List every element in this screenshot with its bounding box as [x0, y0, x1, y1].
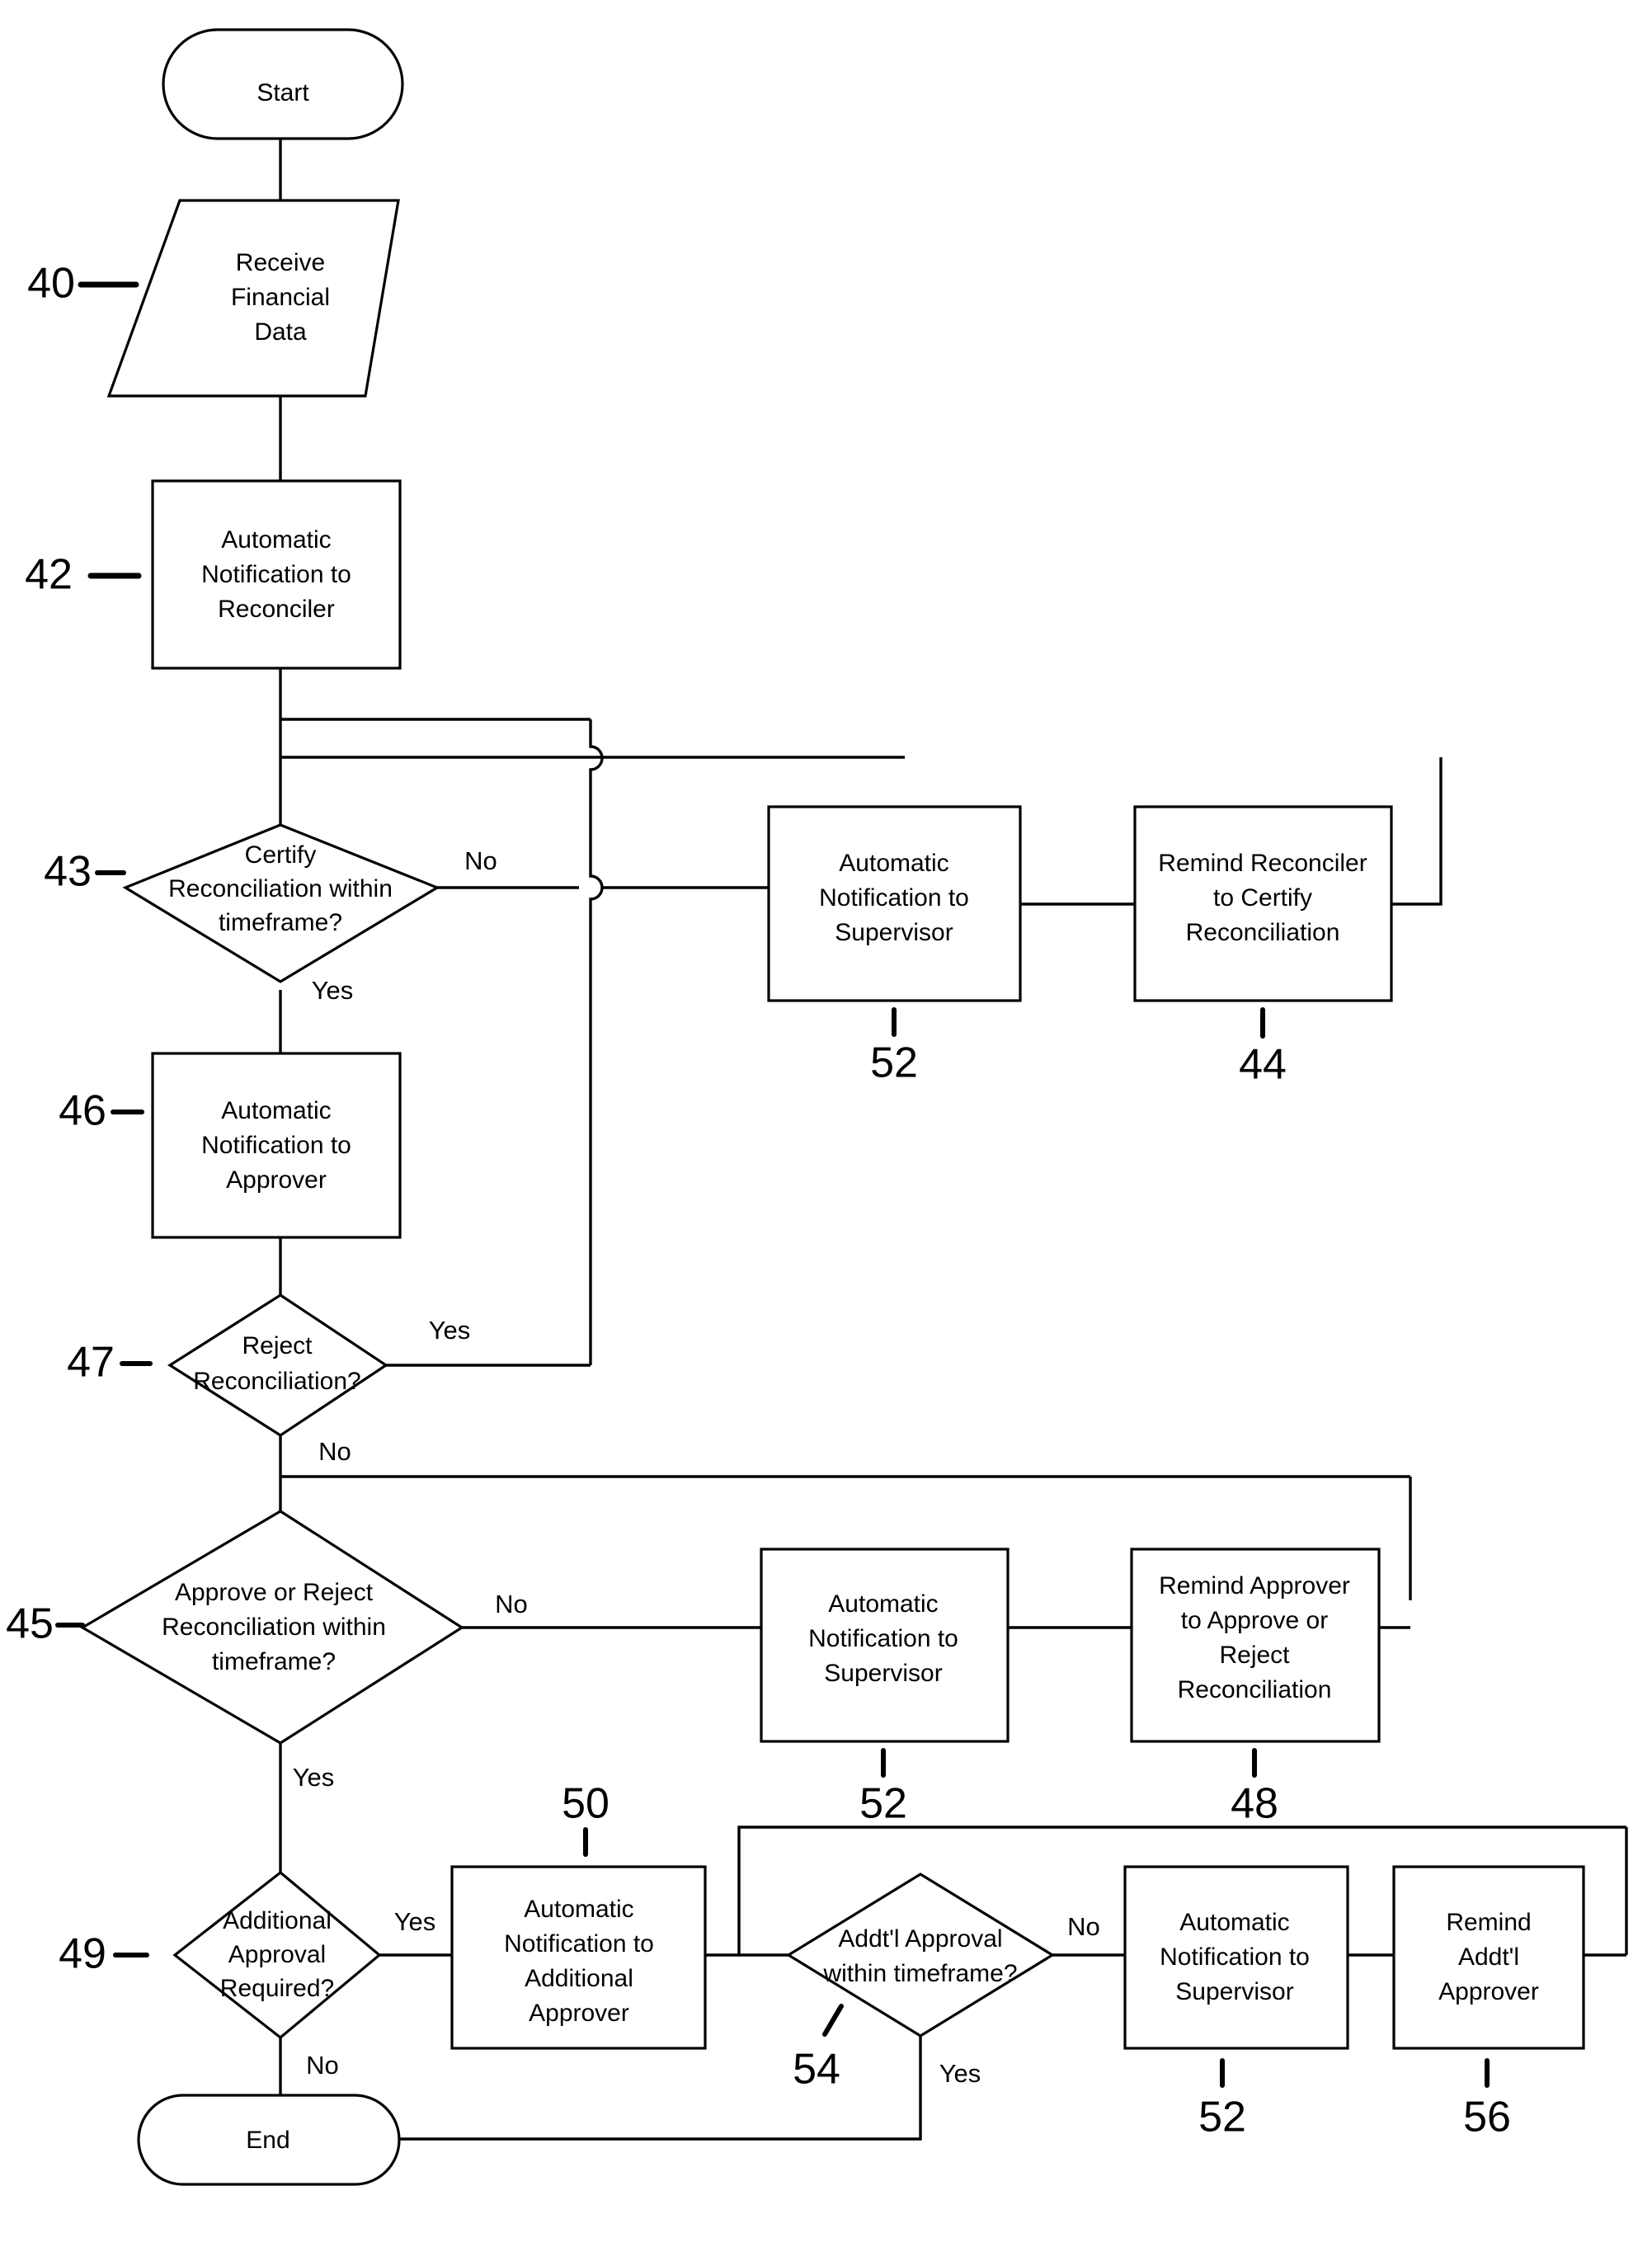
- branch-label-addtl-no: No: [1067, 1912, 1100, 1941]
- node-remind-approver-line2: to Approve or: [1181, 1607, 1328, 1634]
- node-notify-supervisor-1-line1: Automatic: [839, 850, 948, 877]
- node-addtl-line1: Addt'l Approval: [838, 1925, 1002, 1953]
- ref-number-45: 45: [6, 1600, 54, 1648]
- node-notify-supervisor-3-line3: Supervisor: [1175, 1978, 1293, 2005]
- node-remind-reconciler-line2: to Certify: [1213, 884, 1312, 912]
- ref-number-52-b: 52: [859, 1780, 907, 1828]
- node-notify-supervisor-2-line1: Automatic: [828, 1590, 938, 1618]
- node-addtl-approval-within-timeframe: [785, 1873, 1056, 2038]
- node-start-label: Start: [257, 79, 309, 106]
- branch-label-addtl-yes: Yes: [939, 2059, 981, 2088]
- node-notify-addl-line1: Automatic: [524, 1896, 633, 1923]
- node-notify-supervisor-1-line3: Supervisor: [835, 919, 953, 946]
- node-notify-supervisor-2-line3: Supervisor: [824, 1660, 942, 1687]
- branch-label-approve-yes: Yes: [293, 1763, 335, 1792]
- branch-label-approve-no: No: [495, 1590, 528, 1618]
- ref-number-50: 50: [562, 1780, 609, 1828]
- ref-number-54: 54: [793, 2046, 840, 2094]
- node-notify-approver-line2: Notification to: [201, 1132, 351, 1159]
- node-end-label: End: [246, 2127, 289, 2154]
- node-reject-reconciliation: [167, 1293, 388, 1437]
- node-notify-approver-line1: Automatic: [221, 1097, 331, 1124]
- ref-number-52-a: 52: [870, 1039, 918, 1087]
- ref-number-44: 44: [1239, 1041, 1287, 1089]
- node-remind-approver-line4: Reconciliation: [1178, 1676, 1332, 1703]
- ref-number-52-c: 52: [1198, 2094, 1246, 2141]
- ref-number-43: 43: [44, 848, 92, 896]
- branch-label-certify-yes: Yes: [312, 976, 354, 1005]
- node-notify-supervisor-1-line2: Notification to: [819, 884, 969, 912]
- node-approve-line2: Reconciliation within: [162, 1614, 386, 1641]
- node-remind-approver-line1: Remind Approver: [1159, 1572, 1350, 1599]
- node-approve-line3: timeframe?: [212, 1648, 336, 1675]
- branch-label-additional-no: No: [306, 2051, 339, 2080]
- flowchart-diagram: Start Receive Financial Data Automatic N…: [0, 0, 1652, 2252]
- node-notify-addl-line2: Notification to: [504, 1930, 654, 1958]
- node-notify-approver-line3: Approver: [226, 1166, 327, 1194]
- node-certify-line1: Certify: [245, 841, 317, 869]
- node-remind-approver-line3: Reject: [1219, 1642, 1290, 1669]
- node-receive-line2: Financial: [231, 284, 330, 311]
- connector-44-return-loop: [1391, 757, 1443, 906]
- ref-number-48: 48: [1231, 1780, 1278, 1828]
- node-reject-line2: Reconciliation?: [193, 1368, 360, 1395]
- connector-reject-yes-riser: [589, 719, 604, 1365]
- node-notify-addl-line3: Additional: [525, 1965, 633, 1992]
- node-addtl-line2: within timeframe?: [822, 1960, 1017, 1987]
- node-remind-addtl-line3: Approver: [1438, 1978, 1539, 2005]
- ref-number-56: 56: [1463, 2094, 1511, 2141]
- node-certify-line3: timeframe?: [219, 909, 342, 936]
- connector-54-yes-to-end: [399, 2036, 922, 2141]
- node-notify-reconciler-line2: Notification to: [201, 561, 351, 588]
- ref-number-47: 47: [67, 1339, 115, 1387]
- node-notify-supervisor-3-line2: Notification to: [1160, 1943, 1310, 1971]
- node-receive-line1: Receive: [236, 249, 325, 276]
- node-notify-reconciler-line3: Reconciler: [218, 596, 335, 623]
- ref-number-46: 46: [59, 1087, 106, 1135]
- ref-number-42: 42: [25, 551, 73, 599]
- branch-label-reject-no: No: [318, 1437, 351, 1466]
- node-certify-line2: Reconciliation within: [168, 875, 393, 902]
- leader-line-54: [822, 2004, 844, 2037]
- node-additional-line2: Approval: [228, 1941, 326, 1968]
- branch-label-additional-yes: Yes: [394, 1907, 436, 1936]
- flowchart-canvas: Start Receive Financial Data Automatic N…: [6, 28, 1628, 2186]
- node-remind-addtl-line2: Addt'l: [1458, 1943, 1519, 1971]
- ref-number-49: 49: [59, 1930, 106, 1978]
- node-additional-line3: Required?: [220, 1975, 334, 2002]
- branch-label-reject-yes: Yes: [429, 1316, 471, 1345]
- node-remind-reconciler-line3: Reconciliation: [1186, 919, 1340, 946]
- node-remind-addtl-line1: Remind: [1446, 1909, 1531, 1936]
- node-reject-line1: Reject: [242, 1332, 313, 1359]
- ref-number-40: 40: [27, 260, 75, 308]
- node-notify-supervisor-2-line2: Notification to: [808, 1625, 958, 1652]
- node-notify-supervisor-3-line1: Automatic: [1179, 1909, 1289, 1936]
- node-notify-reconciler-line1: Automatic: [221, 526, 331, 554]
- node-additional-line1: Additional: [223, 1907, 332, 1934]
- node-remind-reconciler-line1: Remind Reconciler: [1158, 850, 1367, 877]
- branch-label-certify-no: No: [464, 846, 497, 875]
- node-receive-line3: Data: [254, 318, 307, 346]
- node-notify-addl-line4: Approver: [529, 2000, 629, 2027]
- node-approve-line1: Approve or Reject: [175, 1579, 374, 1606]
